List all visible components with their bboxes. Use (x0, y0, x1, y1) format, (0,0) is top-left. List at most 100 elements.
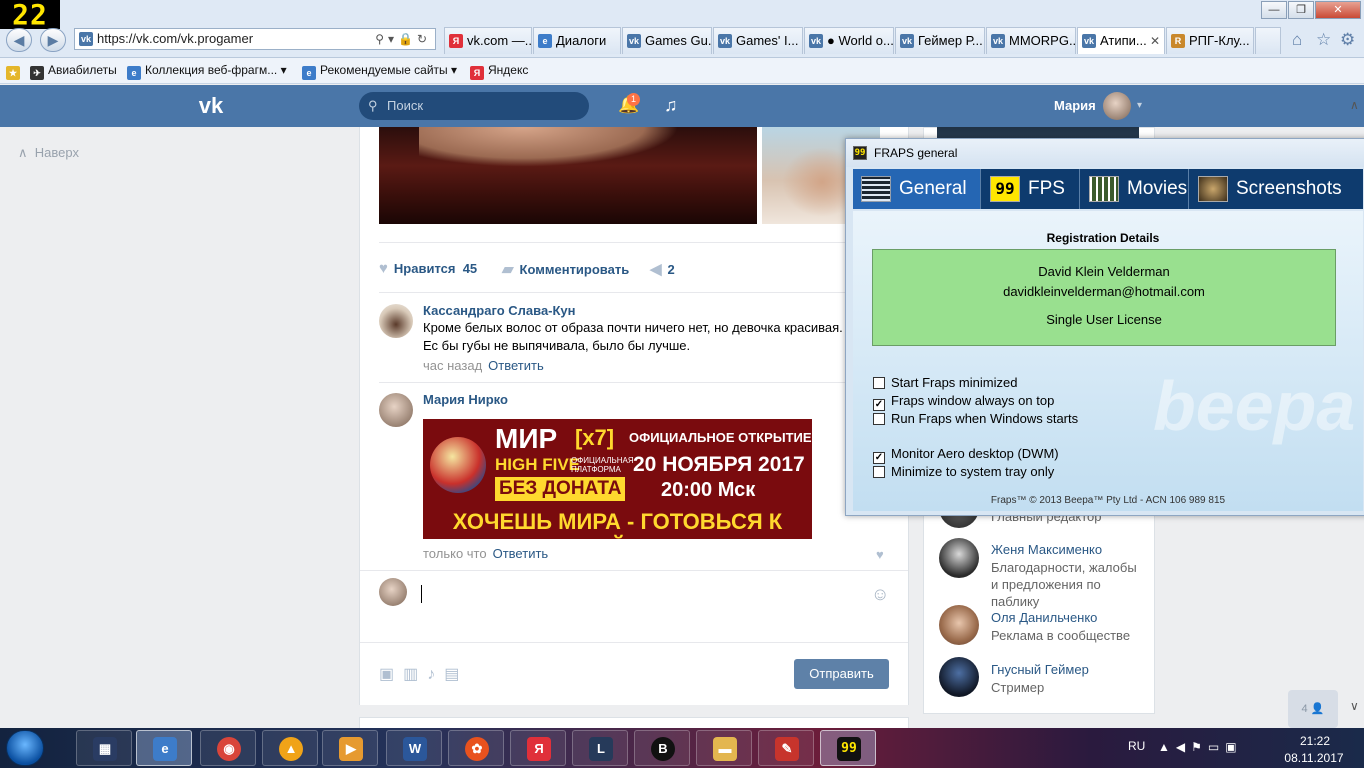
forward-button[interactable]: ▶ (40, 28, 66, 52)
post-photo[interactable] (379, 127, 757, 224)
yandex-icon: Я (527, 737, 551, 761)
scroll-down-icon[interactable]: ∨ (1350, 699, 1359, 713)
language-indicator[interactable]: RU (1128, 739, 1145, 753)
taskbar-app-explorer[interactable]: ▬ (696, 730, 752, 766)
tab-1[interactable]: e Диалоги (533, 27, 621, 54)
minimize-button[interactable]: — (1261, 1, 1287, 19)
online-friends-button[interactable]: 4 👤 (1288, 690, 1338, 728)
avatar[interactable] (379, 304, 413, 338)
banner-mir: МИР (495, 423, 558, 454)
address-controls[interactable]: ⚲▾🔒↻ (375, 29, 431, 49)
address-bar[interactable]: vk https://vk.com/vk.progamer ⚲▾🔒↻ (74, 28, 436, 50)
taskbar-app-game[interactable]: ▦ (76, 730, 132, 766)
user-name[interactable]: Мария (1054, 98, 1096, 113)
taskbar-app-word[interactable]: W (386, 730, 442, 766)
send-button[interactable]: Отправить (794, 659, 889, 689)
game-icon: ▦ (93, 737, 117, 761)
avatar[interactable] (939, 657, 979, 697)
avatar[interactable] (939, 605, 979, 645)
maximize-button[interactable]: ❐ (1288, 1, 1314, 19)
home-icon[interactable]: ⌂ (1292, 30, 1302, 50)
avatar[interactable] (379, 393, 413, 427)
tab-8[interactable]: R РПГ-Клу... (1166, 27, 1254, 54)
contact-name[interactable]: Оля Данильченко (991, 610, 1097, 625)
tab-fps[interactable]: 99 FPS (982, 169, 1080, 209)
tab-screenshots[interactable]: Screenshots (1190, 169, 1363, 209)
like-button[interactable]: ♥ Нравится 45 (379, 260, 477, 277)
vk-logo-icon[interactable]: vk (194, 93, 228, 119)
share-button[interactable]: ◀ 2 (650, 260, 675, 278)
folder-icon: ▬ (713, 737, 737, 761)
star-icon[interactable]: ☆ (1316, 30, 1331, 50)
avatar[interactable] (939, 538, 979, 578)
favorite-item-2[interactable]: e Рекомендуемые сайты ▾ (302, 62, 457, 80)
comment-author[interactable]: Кассандраго Слава-Кун (423, 303, 576, 318)
comment-author[interactable]: Мария Нирко (423, 392, 508, 407)
notification-badge: 1 (627, 93, 640, 106)
back-button[interactable]: ◀ (6, 28, 32, 52)
checkbox-monitor-aero[interactable]: ✓ Monitor Aero desktop (DWM) (873, 446, 1059, 464)
checkbox-minimize-tray[interactable]: Minimize to system tray only (873, 464, 1054, 479)
mir-emblem-icon (430, 437, 486, 493)
close-tab-icon[interactable]: ✕ (1150, 28, 1160, 54)
taskbar-app-media[interactable]: ✿ (448, 730, 504, 766)
banner-x7: [x7] (575, 425, 615, 450)
reply-link[interactable]: Ответить (493, 546, 549, 561)
tab-3[interactable]: vk Games' I... (713, 27, 803, 54)
smile-icon[interactable]: ☺ (871, 584, 889, 605)
ie-icon: e (302, 66, 316, 80)
tab-movies[interactable]: Movies (1081, 169, 1189, 209)
music-icon[interactable]: ♫ (664, 95, 678, 116)
favorites-star-icon[interactable]: ★ (6, 62, 24, 80)
taskbar-app-editor[interactable]: ✎ (758, 730, 814, 766)
tab-label: ● World o... (827, 33, 894, 48)
search-input[interactable]: ⚲ Поиск (359, 92, 589, 120)
rpg-icon: R (1171, 34, 1185, 48)
reply-input[interactable] (421, 585, 422, 603)
taskbar-app-ie[interactable]: e (136, 730, 192, 766)
start-button[interactable] (6, 730, 44, 766)
scroll-up-icon[interactable]: ∧ (1350, 98, 1359, 112)
banner-image[interactable]: МИР [x7] HIGH FIVE ОФИЦИАЛЬНАЯ ПЛАТФОРМА… (423, 419, 812, 539)
clock-date[interactable]: 08.11.2017 (1281, 751, 1347, 765)
contact-name[interactable]: Женя Максименко (991, 542, 1102, 557)
contact-name[interactable]: Гнусный Геймер (991, 662, 1089, 677)
taskbar-app-yandex[interactable]: Я (510, 730, 566, 766)
tab-0[interactable]: Яvk.com —... (444, 27, 532, 54)
checkbox-always-on-top[interactable]: ✓ Fraps window always on top (873, 393, 1054, 411)
clock-time[interactable]: 21:22 (1286, 734, 1344, 748)
tray-icons[interactable]: ▲◀⚑▭▣ (1158, 740, 1243, 754)
taskbar-app-fraps[interactable]: 99 (820, 730, 876, 766)
tab-7-active[interactable]: vk Атипи... ✕ (1077, 27, 1165, 54)
taskbar-app-chrome[interactable]: ◉ (200, 730, 256, 766)
taskbar-app-aimp[interactable]: ▲ (262, 730, 318, 766)
taskbar-app-player[interactable]: ▶ (322, 730, 378, 766)
taskbar-app-lineage[interactable]: L (572, 730, 628, 766)
tab-5[interactable]: vk Геймер Р... (895, 27, 985, 54)
favorite-item-1[interactable]: e Коллекция веб-фрагм... ▾ (127, 62, 287, 80)
heart-icon[interactable]: ♥ (876, 547, 884, 562)
avatar[interactable] (1103, 92, 1131, 120)
close-button[interactable]: ✕ (1315, 1, 1361, 19)
reg-license: Single User License (1046, 312, 1162, 327)
new-tab-button[interactable] (1255, 27, 1281, 54)
checkbox-run-on-start[interactable]: Run Fraps when Windows starts (873, 411, 1078, 426)
comment-button[interactable]: ▰ Комментировать (502, 260, 629, 278)
chevron-down-icon[interactable]: ▾ (1137, 100, 1142, 111)
attach-icons[interactable]: ▣▥♪▤ (379, 664, 468, 684)
fraps-titlebar[interactable]: 99 FRAPS general (846, 139, 1364, 167)
comment-icon: ▰ (502, 261, 514, 278)
tab-label: Атипи... (1100, 33, 1147, 48)
tab-6[interactable]: vk MMORPG... (986, 27, 1076, 54)
favorite-item-0[interactable]: ✈ Авиабилеты (30, 62, 117, 80)
tab-4[interactable]: vk ● World o... (804, 27, 894, 54)
reply-link[interactable]: Ответить (488, 358, 544, 373)
gear-icon[interactable]: ⚙ (1340, 30, 1355, 50)
taskbar-app-blade[interactable]: B (634, 730, 690, 766)
fraps-footer: Fraps™ © 2013 Beepa™ Pty Ltd - ACN 106 9… (990, 495, 1226, 506)
tab-2[interactable]: vk Games Gu... (622, 27, 712, 54)
back-to-top-link[interactable]: ∧ Наверх (18, 145, 79, 161)
checkbox-start-minimized[interactable]: Start Fraps minimized (873, 375, 1017, 390)
favorite-item-3[interactable]: Я Яндекс (470, 62, 528, 80)
tab-general[interactable]: General (853, 169, 981, 209)
